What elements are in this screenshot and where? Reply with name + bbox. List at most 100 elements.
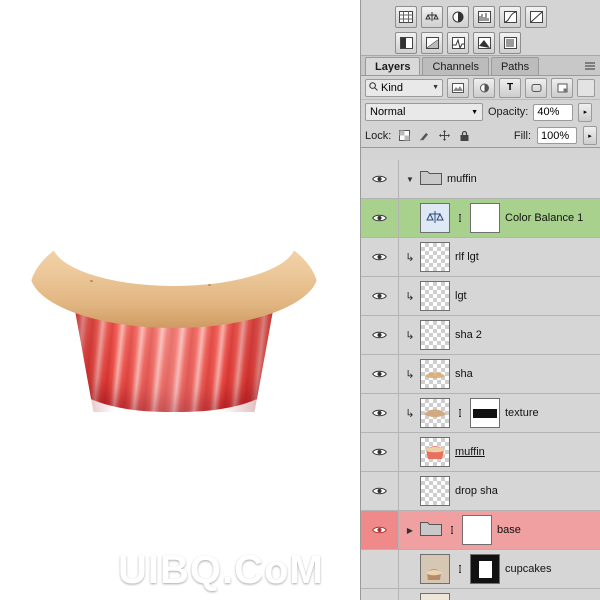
tab-channels[interactable]: Channels [422, 57, 489, 75]
layer-name[interactable]: Color Balance 1 [505, 212, 583, 224]
visibility-toggle[interactable] [361, 199, 399, 237]
layer-mask-thumbnail[interactable] [470, 554, 500, 584]
group-disclosure-triangle[interactable]: ▶ [405, 526, 415, 535]
lock-transparent-pixels-icon[interactable] [397, 129, 411, 143]
layer-name[interactable]: sha [455, 368, 473, 380]
group-disclosure-triangle[interactable]: ▼ [405, 175, 415, 184]
visibility-toggle[interactable] [361, 160, 399, 198]
layer-row-sha-2[interactable]: ↳ sha 2 [361, 316, 600, 355]
layer-name[interactable]: muffin [455, 446, 485, 458]
visibility-toggle[interactable] [361, 511, 399, 549]
layer-row-cupcakes[interactable]: cupcakes [361, 550, 600, 589]
chevron-down-icon: ▼ [471, 108, 478, 116]
layer-thumbnail[interactable] [420, 359, 450, 389]
layer-thumbnail[interactable] [420, 593, 450, 600]
panel-menu-icon[interactable] [583, 59, 597, 73]
adjustment-grid-icon[interactable] [395, 6, 417, 28]
link-icon[interactable] [455, 563, 465, 575]
brightness-contrast-icon[interactable] [447, 6, 469, 28]
layer-mask-thumbnail[interactable] [470, 398, 500, 428]
filter-shape-icon[interactable] [525, 77, 547, 98]
layer-row-texture[interactable]: ↳ texture [361, 394, 600, 433]
gradient-map-icon[interactable] [473, 32, 495, 54]
layer-thumbnail[interactable] [420, 242, 450, 272]
adjustments-panel [361, 0, 600, 56]
layer-thumbnail[interactable] [420, 437, 450, 467]
curves-icon[interactable] [499, 6, 521, 28]
filter-adjustment-icon[interactable] [473, 77, 495, 98]
layer-row-lgt[interactable]: ↳ lgt [361, 277, 600, 316]
document-canvas[interactable] [0, 0, 360, 600]
visibility-toggle[interactable] [361, 550, 399, 588]
layer-name[interactable]: rlf lgt [455, 251, 479, 263]
filter-type-icon[interactable]: T [499, 77, 521, 98]
lock-row: Lock: Fill: 100% ▸ [361, 124, 600, 148]
exposure-icon[interactable] [525, 6, 547, 28]
chevron-down-icon: ▼ [432, 84, 439, 91]
layer-name[interactable]: texture [505, 407, 539, 419]
fill-stepper[interactable]: ▸ [583, 126, 597, 145]
opacity-value: 40% [537, 106, 560, 118]
photo-filter-icon[interactable] [421, 32, 443, 54]
visibility-toggle[interactable] [361, 355, 399, 393]
layer-mask-thumbnail[interactable] [470, 203, 500, 233]
layer-row-muffin-group[interactable]: ▼ muffin [361, 160, 600, 199]
opacity-stepper[interactable]: ▸ [578, 102, 593, 122]
blend-mode-row: Normal ▼ Opacity: 40% ▸ [361, 100, 600, 124]
visibility-toggle[interactable] [361, 277, 399, 315]
filter-kind-select[interactable]: Kind ▼ [365, 78, 443, 97]
layer-row-drop-sha[interactable]: drop sha [361, 472, 600, 511]
color-balance-icon[interactable] [421, 6, 443, 28]
layer-name[interactable]: drop sha [455, 485, 498, 497]
clipping-mask-arrow-icon: ↳ [405, 407, 415, 420]
filter-pixel-icon[interactable] [447, 77, 469, 98]
layer-thumbnail[interactable] [420, 203, 450, 233]
clipping-mask-arrow-icon: ↳ [405, 329, 415, 342]
layer-row-base-group[interactable]: ▶ base [361, 511, 600, 550]
layer-row-background[interactable]: Background [361, 589, 600, 600]
visibility-toggle[interactable] [361, 472, 399, 510]
layer-row-muffin[interactable]: muffin [361, 433, 600, 472]
layer-row-rlf-lgt[interactable]: ↳ rlf lgt [361, 238, 600, 277]
layer-thumbnail[interactable] [420, 281, 450, 311]
layer-row-color-balance-1[interactable]: Color Balance 1 [361, 199, 600, 238]
blend-mode-select[interactable]: Normal ▼ [365, 103, 483, 121]
channel-mixer-icon[interactable] [447, 32, 469, 54]
visibility-toggle[interactable] [361, 238, 399, 276]
layer-thumbnail[interactable] [420, 554, 450, 584]
visibility-toggle[interactable] [361, 394, 399, 432]
filter-enable-toggle[interactable] [577, 78, 595, 97]
clipping-mask-arrow-icon: ↳ [405, 290, 415, 303]
lock-label: Lock: [365, 129, 392, 142]
link-icon[interactable] [455, 407, 465, 419]
layers-list[interactable]: ▼ muffin Color Balance 1 ↳ rlf lgt ↳ lgt… [361, 160, 600, 600]
link-icon[interactable] [455, 212, 465, 224]
layer-row-sha[interactable]: ↳ sha [361, 355, 600, 394]
hue-saturation-icon[interactable] [395, 32, 417, 54]
selective-color-icon[interactable] [499, 32, 521, 54]
layer-name[interactable]: base [497, 524, 521, 536]
color-balance-icon [426, 211, 444, 223]
filter-smart-object-icon[interactable] [551, 77, 573, 98]
tab-paths[interactable]: Paths [490, 57, 540, 75]
opacity-input[interactable]: 40% [533, 103, 574, 121]
layer-name[interactable]: lgt [455, 290, 467, 302]
layer-thumbnail[interactable] [420, 320, 450, 350]
lock-all-icon[interactable] [457, 129, 471, 143]
layer-name[interactable]: muffin [447, 173, 477, 185]
layer-mask-thumbnail[interactable] [462, 515, 492, 545]
lock-position-icon[interactable] [437, 129, 451, 143]
levels-icon[interactable] [473, 6, 495, 28]
layer-name[interactable]: sha 2 [455, 329, 482, 341]
tab-layers[interactable]: Layers [365, 57, 421, 75]
fill-input[interactable]: 100% [537, 127, 577, 144]
clipping-mask-arrow-icon: ↳ [405, 251, 415, 264]
visibility-toggle[interactable] [361, 316, 399, 354]
layer-thumbnail[interactable] [420, 398, 450, 428]
visibility-toggle[interactable] [361, 589, 399, 600]
link-icon[interactable] [447, 524, 457, 536]
visibility-toggle[interactable] [361, 433, 399, 471]
layer-name[interactable]: cupcakes [505, 563, 551, 575]
lock-image-pixels-icon[interactable] [417, 129, 431, 143]
layer-thumbnail[interactable] [420, 476, 450, 506]
